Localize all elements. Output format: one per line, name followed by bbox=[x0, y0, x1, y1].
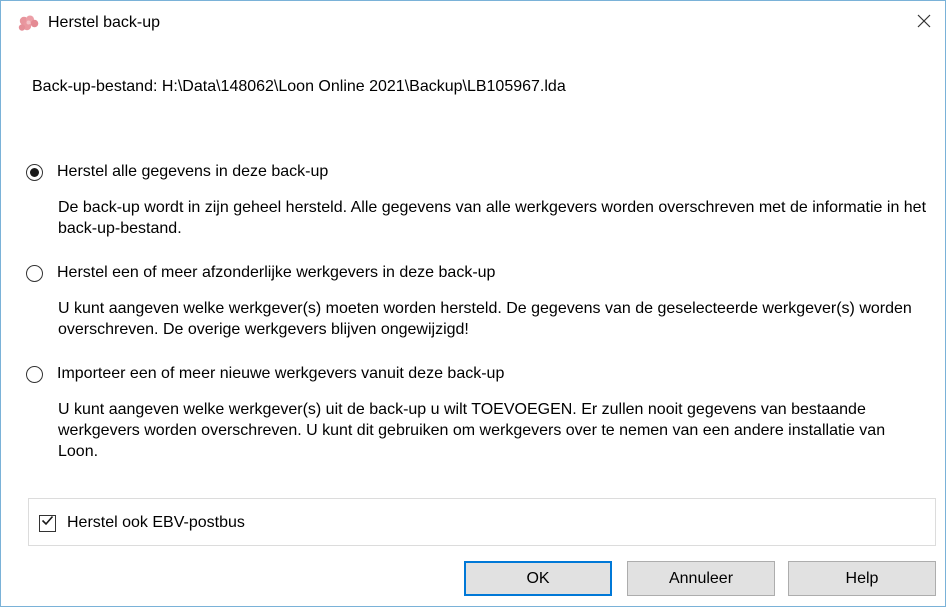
ok-button[interactable]: OK bbox=[464, 561, 612, 596]
option-label: Importeer een of meer nieuwe werkgevers … bbox=[57, 365, 505, 382]
option-label: Herstel een of meer afzonderlijke werkge… bbox=[57, 264, 496, 281]
help-button[interactable]: Help bbox=[788, 561, 936, 596]
restore-backup-dialog: Herstel back-up Back-up-bestand: H:\Data… bbox=[0, 0, 946, 607]
pink-flower-icon bbox=[17, 15, 41, 33]
radio-restore-all[interactable] bbox=[26, 163, 43, 181]
ebv-postbus-label: Herstel ook EBV-postbus bbox=[67, 514, 245, 531]
option-restore-all[interactable]: Herstel alle gegevens in deze back-up bbox=[26, 161, 328, 183]
option-restore-selected-employers[interactable]: Herstel een of meer afzonderlijke werkge… bbox=[26, 262, 495, 284]
option-description: U kunt aangeven welke werkgever(s) moete… bbox=[58, 300, 912, 338]
option-description: U kunt aangeven welke werkgever(s) uit d… bbox=[58, 401, 886, 460]
checkmark-icon bbox=[41, 514, 54, 532]
option-description: De back-up wordt in zijn geheel hersteld… bbox=[58, 199, 927, 237]
cancel-button[interactable]: Annuleer bbox=[627, 561, 775, 596]
radio-import-new-employers[interactable] bbox=[26, 365, 43, 383]
radio-restore-selected-employers[interactable] bbox=[26, 264, 43, 282]
option-import-new-employers[interactable]: Importeer een of meer nieuwe werkgevers … bbox=[26, 363, 504, 385]
close-icon bbox=[916, 13, 932, 34]
window-title: Herstel back-up bbox=[48, 14, 161, 31]
title-bar: Herstel back-up bbox=[1, 1, 945, 43]
close-button[interactable] bbox=[909, 9, 939, 37]
option-label: Herstel alle gegevens in deze back-up bbox=[57, 163, 329, 180]
backup-file-path: Back-up-bestand: H:\Data\148062\Loon Onl… bbox=[32, 78, 566, 95]
ebv-postbus-checkbox-row[interactable]: Herstel ook EBV-postbus bbox=[39, 512, 245, 534]
ebv-postbus-checkbox[interactable] bbox=[39, 514, 56, 532]
